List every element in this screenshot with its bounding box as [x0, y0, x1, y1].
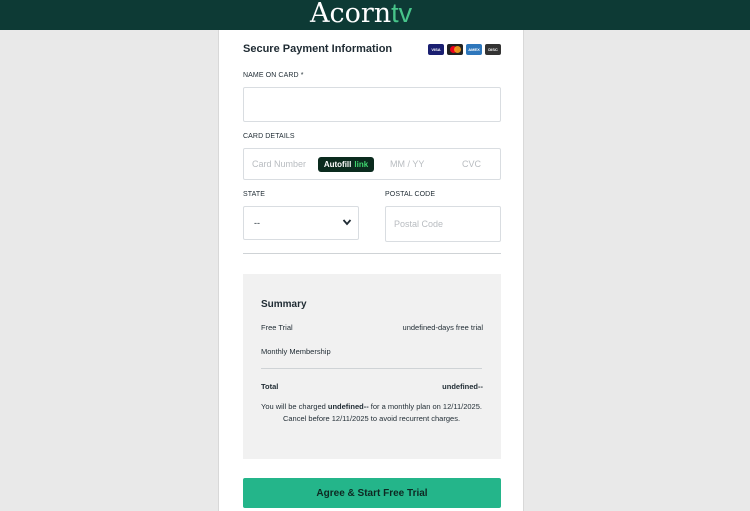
top-header: Acorntv: [0, 0, 750, 30]
visa-card-icon: VISA: [428, 44, 444, 55]
accepted-cards: VISA AMEX DISC: [428, 44, 501, 55]
card-number-placeholder: Card Number: [252, 159, 307, 169]
payment-heading: Secure Payment Information: [243, 43, 393, 55]
card-details-input[interactable]: Card Number Autofill link MM / YY CVC: [243, 148, 501, 180]
state-value: --: [254, 218, 260, 228]
card-details-label: CARD DETAILS: [243, 133, 295, 140]
summary-panel: Summary Free Trial undefined-days free t…: [243, 274, 501, 459]
summary-divider: [261, 368, 482, 369]
free-trial-value: undefined-days free trial: [402, 323, 483, 332]
charge-notice: You will be charged undefined-- for a mo…: [261, 402, 482, 423]
logo-suffix: tv: [391, 0, 413, 28]
agree-start-free-trial-button[interactable]: Agree & Start Free Trial: [243, 478, 501, 508]
discover-card-icon: DISC: [485, 44, 501, 55]
payment-card: Secure Payment Information VISA AMEX DIS…: [218, 30, 524, 511]
mastercard-icon: [447, 44, 463, 55]
free-trial-label: Free Trial: [261, 323, 293, 332]
cvc-placeholder: CVC: [462, 159, 482, 169]
total-label: Total: [261, 382, 279, 391]
name-on-card-label: NAME ON CARD *: [243, 72, 304, 79]
postal-code-input[interactable]: Postal Code: [385, 206, 501, 242]
summary-title: Summary: [261, 299, 307, 310]
total-value: undefined--: [442, 382, 483, 391]
divider: [243, 253, 501, 254]
chevron-down-icon: [342, 219, 352, 226]
autofill-link-button[interactable]: Autofill link: [318, 157, 374, 172]
postal-code-placeholder: Postal Code: [394, 219, 444, 229]
expiry-placeholder: MM / YY: [390, 159, 425, 169]
postal-code-label: POSTAL CODE: [385, 191, 436, 198]
monthly-membership-label: Monthly Membership: [261, 347, 331, 356]
acorntv-logo[interactable]: Acorntv: [310, 0, 413, 29]
name-on-card-input[interactable]: [243, 87, 501, 122]
state-select[interactable]: --: [243, 206, 359, 240]
state-label: STATE: [243, 191, 266, 198]
logo-main: Acorn: [310, 0, 392, 29]
amex-card-icon: AMEX: [466, 44, 482, 55]
